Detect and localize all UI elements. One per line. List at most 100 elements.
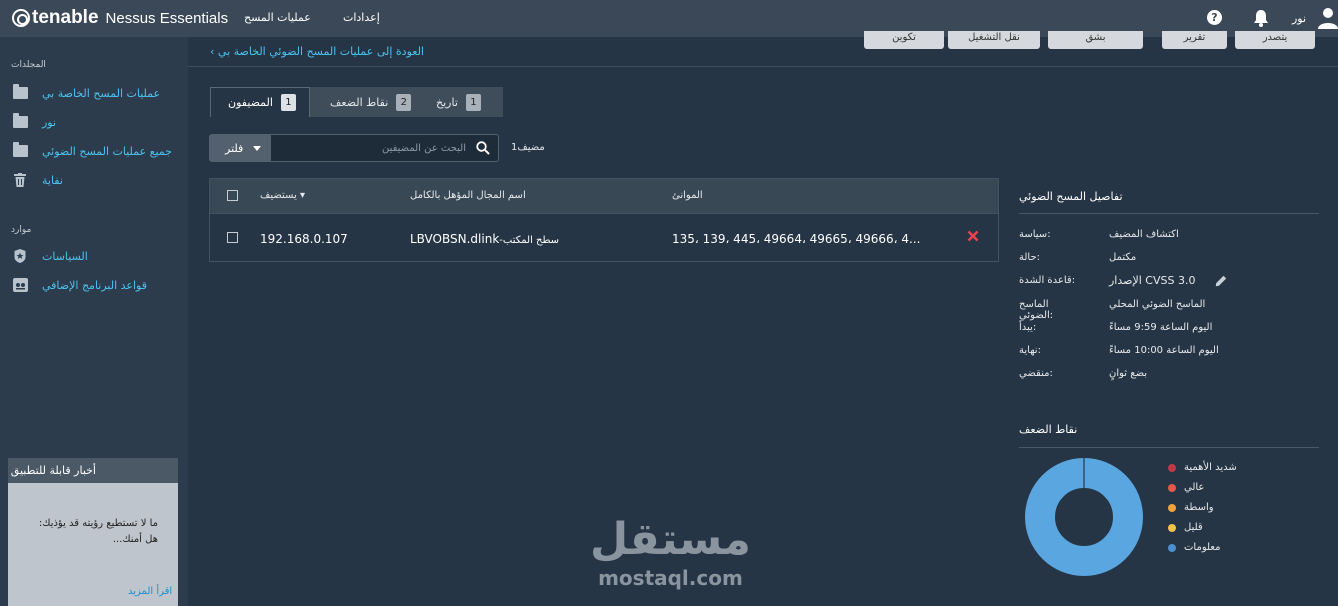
fqdn-prefix: LBVOBSN.dlink bbox=[410, 232, 500, 246]
host-count: مضيف1 bbox=[511, 142, 545, 153]
tab-count: 1 bbox=[465, 93, 481, 111]
nav-scans[interactable]: عمليات المسح bbox=[244, 11, 311, 24]
folder-icon bbox=[12, 113, 28, 129]
report-button[interactable]: تقرير bbox=[1162, 31, 1227, 49]
detail-key-severity-base: قاعدة الشدة: bbox=[1019, 275, 1076, 286]
help-icon[interactable]: ? bbox=[1207, 10, 1222, 25]
divider bbox=[1019, 213, 1319, 214]
user-name[interactable]: نور bbox=[1292, 12, 1306, 25]
sidebar-item-my-scans[interactable]: عمليات المسح الخاصة بي bbox=[12, 83, 160, 103]
detail-key-policy: سياسة: bbox=[1019, 229, 1051, 240]
run-button[interactable]: نقل التشغيل bbox=[948, 31, 1040, 49]
plugin-rules-icon bbox=[12, 278, 28, 292]
tab-count: 1 bbox=[280, 94, 296, 111]
tab-hosts[interactable]: المضيفون 1 bbox=[210, 87, 310, 117]
vulnerabilities-donut-chart bbox=[1025, 458, 1143, 576]
export-button[interactable]: يتصدر bbox=[1235, 31, 1315, 49]
column-header-ports[interactable]: الموانئ bbox=[672, 190, 703, 201]
row-checkbox[interactable] bbox=[227, 232, 238, 243]
column-header-fqdn[interactable]: اسم المجال المؤهل بالكامل bbox=[410, 190, 526, 201]
tenable-logo-icon bbox=[12, 9, 30, 27]
table-header: يستضيف ▾ اسم المجال المؤهل بالكامل الموا… bbox=[210, 179, 998, 214]
main-content: ‹ العودة إلى عمليات المسح الضوئي الخاصة … bbox=[188, 31, 1338, 606]
sidebar-item-noor[interactable]: نور bbox=[12, 112, 56, 132]
legend-item-critical: شديد الأهمية bbox=[1168, 462, 1237, 473]
detail-value-start: اليوم الساعة 9:59 مساءً bbox=[1109, 322, 1213, 333]
detail-key-scanner: الماسح الضوئي: bbox=[1019, 299, 1054, 321]
chevron-down-icon bbox=[253, 145, 262, 151]
tab-label: تاريخ bbox=[436, 95, 458, 109]
host-fqdn: LBVOBSN.dlink-سطح المكتب bbox=[410, 232, 559, 246]
legend-dot-high bbox=[1168, 483, 1176, 492]
legend-item-high: عالي bbox=[1168, 482, 1204, 493]
product-name: Nessus Essentials bbox=[105, 9, 229, 27]
sidebar-item-label: السياسات bbox=[42, 249, 88, 263]
sidebar-item-label: قواعد البرنامج الإضافي bbox=[42, 278, 147, 292]
search-input[interactable] bbox=[271, 135, 466, 161]
filter-dropdown[interactable]: فلتر bbox=[209, 134, 270, 162]
policy-star-icon bbox=[12, 249, 28, 263]
hosts-table: يستضيف ▾ اسم المجال المؤهل بالكامل الموا… bbox=[209, 178, 999, 262]
configure-button[interactable]: تكوين bbox=[864, 31, 944, 49]
legend-dot-critical bbox=[1168, 463, 1176, 472]
sidebar-item-plugin-rules[interactable]: قواعد البرنامج الإضافي bbox=[12, 275, 147, 295]
sidebar: المجلدات عمليات المسح الخاصة بي نور جميع… bbox=[0, 37, 188, 606]
watermark-latin: mostaql.com bbox=[598, 566, 743, 590]
back-link[interactable]: ‹ العودة إلى عمليات المسح الضوئي الخاصة … bbox=[210, 45, 424, 58]
host-ip[interactable]: 192.168.0.107 bbox=[260, 232, 348, 246]
detail-key-start: يبدأ: bbox=[1019, 322, 1037, 333]
column-header-label: يستضيف bbox=[260, 190, 297, 201]
tab-label: المضيفون bbox=[228, 96, 273, 109]
tab-history[interactable]: تاريخ 1 bbox=[420, 87, 503, 117]
legend-dot-medium bbox=[1168, 503, 1176, 512]
trash-icon bbox=[12, 173, 28, 187]
tab-vulnerabilities[interactable]: نقاط الضعف 2 bbox=[310, 87, 420, 117]
bell-icon[interactable] bbox=[1253, 9, 1269, 27]
watermark: مستقل mostaql.com bbox=[590, 514, 751, 590]
legend-dot-low bbox=[1168, 523, 1176, 532]
back-link-label: العودة إلى عمليات المسح الضوئي الخاصة بي bbox=[217, 45, 424, 58]
audit-trail-button[interactable]: بشق bbox=[1048, 31, 1143, 49]
tab-count: 2 bbox=[396, 93, 412, 111]
user-avatar-icon[interactable] bbox=[1318, 7, 1338, 29]
watermark-arabic: مستقل bbox=[590, 514, 751, 565]
filter-label: فلتر bbox=[225, 141, 244, 155]
search-box bbox=[270, 134, 499, 162]
detail-value-status: مكتمل bbox=[1109, 252, 1137, 263]
sidebar-item-label: عمليات المسح الخاصة بي bbox=[42, 86, 161, 100]
legend-label: عالي bbox=[1184, 482, 1205, 493]
sidebar-item-policies[interactable]: السياسات bbox=[12, 246, 88, 266]
sidebar-item-label: نور bbox=[42, 115, 57, 129]
pencil-icon[interactable] bbox=[1215, 275, 1227, 287]
column-header-host[interactable]: يستضيف ▾ bbox=[260, 190, 305, 201]
host-ports: 135، 139، 445، 49664، 49665، 49666، 4... bbox=[672, 232, 921, 246]
tenable-logo[interactable]: tenable Nessus Essentials bbox=[12, 7, 228, 29]
resources-heading: موارد bbox=[11, 225, 32, 235]
scan-details-title: تفاصيل المسح الضوئي bbox=[1019, 190, 1123, 203]
legend-item-medium: واسطة bbox=[1168, 502, 1214, 513]
detail-value-scanner: الماسح الضوئي المحلي bbox=[1109, 299, 1206, 310]
sidebar-item-all-scans[interactable]: جميع عمليات المسح الضوئي bbox=[12, 141, 172, 161]
detail-key-status: حالة: bbox=[1019, 252, 1041, 263]
detail-key-end: نهاية: bbox=[1019, 345, 1041, 356]
remove-host-icon[interactable] bbox=[967, 230, 979, 242]
brand-name: tenable bbox=[32, 7, 99, 28]
detail-key-elapsed: منقضي: bbox=[1019, 368, 1053, 379]
select-all-checkbox[interactable] bbox=[227, 190, 238, 201]
search-icon[interactable] bbox=[476, 141, 490, 155]
sidebar-item-trash[interactable]: نفاية bbox=[12, 170, 63, 190]
legend-item-low: قليل bbox=[1168, 522, 1203, 533]
detail-value-elapsed: بضع ثوانٍ bbox=[1109, 368, 1148, 379]
news-read-more-link[interactable]: اقرأ المزيد bbox=[128, 586, 172, 597]
news-panel: أخبار قابلة للتطبيق ما لا تستطيع رؤيته ق… bbox=[8, 458, 178, 606]
tab-label: نقاط الضعف bbox=[330, 95, 389, 109]
legend-item-info: معلومات bbox=[1168, 542, 1220, 553]
detail-value-severity-base: الإصدار CVSS 3.0 bbox=[1109, 274, 1196, 287]
detail-value-policy: اكتشاف المضيف bbox=[1109, 229, 1179, 240]
divider bbox=[1019, 447, 1319, 448]
folders-heading: المجلدات bbox=[11, 60, 46, 70]
legend-dot-info bbox=[1168, 543, 1176, 552]
news-title: أخبار قابلة للتطبيق bbox=[8, 458, 178, 483]
legend-label: واسطة bbox=[1184, 502, 1214, 513]
nav-settings[interactable]: إعدادات bbox=[343, 11, 380, 24]
